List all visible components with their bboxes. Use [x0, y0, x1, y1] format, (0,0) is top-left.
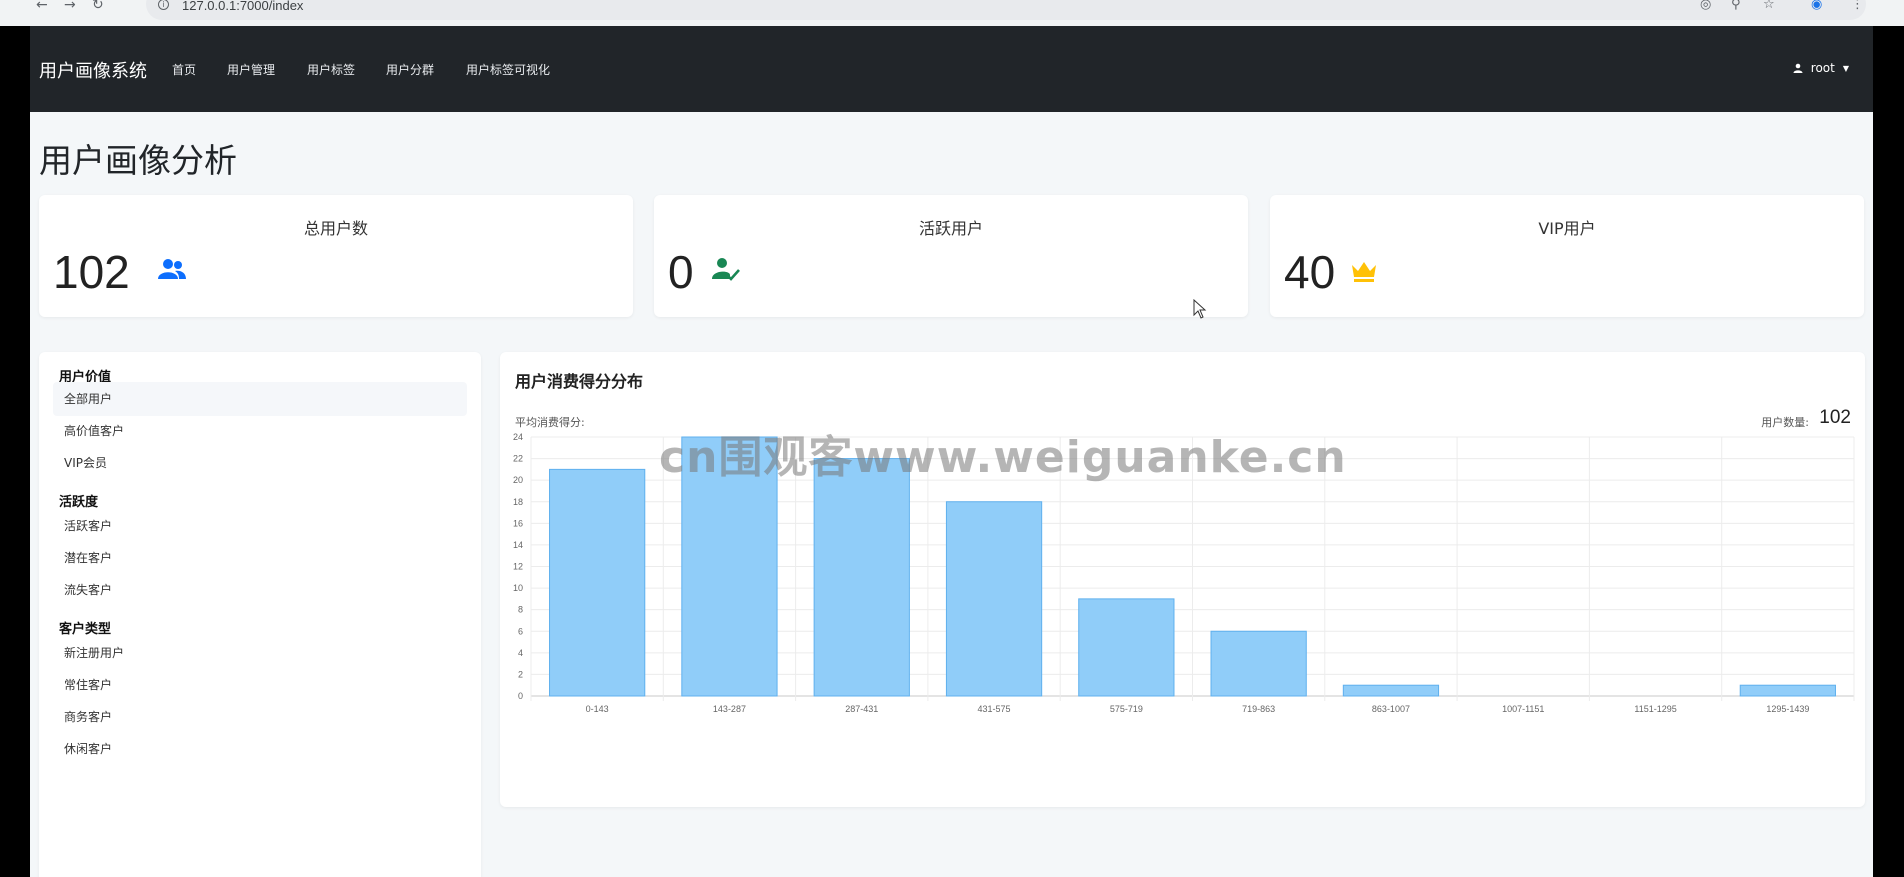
y-tick-label: 12: [513, 562, 523, 572]
crown-icon: [1352, 262, 1376, 282]
x-tick-label: 143-287: [713, 704, 746, 714]
watermark-text: cn围观客www.weiguanke.cn: [659, 432, 1347, 483]
stat-value: 0: [668, 246, 694, 298]
y-tick-label: 10: [513, 583, 523, 593]
back-icon[interactable]: ←: [36, 0, 48, 14]
stat-title: 总用户数: [303, 219, 368, 238]
site-info-icon[interactable]: i: [158, 0, 169, 10]
screen: ← → ↻ i 127.0.0.1:7000/index ◎ ⚲ ☆ ◉ ⋮ 用…: [0, 0, 1904, 877]
stat-title: VIP用户: [1538, 219, 1596, 238]
page-title: 用户画像分析: [39, 141, 237, 180]
sidebar-item-resident[interactable]: 常住客户: [53, 668, 467, 702]
profile-icon[interactable]: ◉: [1811, 0, 1822, 11]
page: 用户画像系统 首页 用户管理 用户标签 用户分群 用户标签可视化 root ▼ …: [30, 26, 1873, 877]
y-tick-label: 14: [513, 540, 523, 550]
x-tick-label: 431-575: [978, 704, 1011, 714]
bar: [813, 458, 910, 697]
y-tick-label: 24: [513, 432, 523, 442]
y-tick-label: 6: [518, 626, 523, 636]
stat-title: 活跃用户: [918, 219, 983, 238]
sidebar-item-active[interactable]: 活跃客户: [53, 509, 467, 543]
menu-dots-icon[interactable]: ⋮: [1851, 0, 1864, 11]
user-icon: [1793, 63, 1803, 73]
user-dropdown[interactable]: root ▼: [1793, 61, 1849, 75]
nav-user-segments[interactable]: 用户分群: [386, 61, 434, 78]
address-bar[interactable]: i 127.0.0.1:7000/index: [146, 0, 1866, 20]
stat-value: 40: [1284, 246, 1336, 298]
reload-icon[interactable]: ↻: [92, 0, 104, 14]
mouse-cursor-icon: [1193, 299, 1207, 319]
nav-tag-visualization[interactable]: 用户标签可视化: [466, 61, 550, 78]
url-text: 127.0.0.1:7000/index: [182, 0, 304, 13]
bar: [1739, 684, 1836, 697]
y-tick-label: 18: [513, 497, 523, 507]
bar: [1078, 598, 1175, 697]
segment-sidebar: 用户价值 全部用户 高价值客户 VIP会员 活跃度 活跃客户 潜在客户 流失客户…: [39, 352, 481, 877]
y-tick-label: 8: [518, 605, 523, 615]
stat-value: 102: [53, 246, 130, 298]
x-tick-label: 575-719: [1110, 704, 1143, 714]
y-tick-label: 20: [513, 475, 523, 485]
stat-card-active-users: 活跃用户 0: [654, 195, 1248, 317]
sidebar-item-business[interactable]: 商务客户: [53, 700, 467, 734]
sidebar-heading-type: 客户类型: [59, 622, 112, 637]
sidebar-item-churned[interactable]: 流失客户: [53, 573, 467, 607]
nav-home[interactable]: 首页: [172, 61, 196, 78]
users-icon: [158, 259, 186, 279]
x-tick-label: 0-143: [586, 704, 609, 714]
sidebar-item-new[interactable]: 新注册用户: [53, 636, 467, 670]
sidebar-item-vip[interactable]: VIP会员: [53, 446, 467, 480]
x-tick-label: 719-863: [1242, 704, 1275, 714]
y-tick-label: 22: [513, 454, 523, 464]
nav-user-tags[interactable]: 用户标签: [307, 61, 355, 78]
sidebar-item-potential[interactable]: 潜在客户: [53, 541, 467, 575]
incognito-icon[interactable]: ◎: [1700, 0, 1711, 11]
x-tick-label: 863-1007: [1372, 704, 1410, 714]
browser-toolbar: ← → ↻ i 127.0.0.1:7000/index ◎ ⚲ ☆ ◉ ⋮: [0, 0, 1904, 26]
brand-logo[interactable]: 用户画像系统: [39, 57, 147, 83]
sidebar-item-high-value[interactable]: 高价值客户: [53, 414, 467, 448]
forward-icon[interactable]: →: [64, 0, 76, 14]
x-tick-label: 287-431: [845, 704, 878, 714]
sidebar-item-all-users[interactable]: 全部用户: [53, 382, 467, 416]
y-tick-label: 0: [518, 691, 523, 701]
stat-card-vip-users: VIP用户 40: [1270, 195, 1864, 317]
bar: [1342, 684, 1440, 697]
y-tick-label: 4: [518, 648, 523, 658]
x-tick-label: 1007-1151: [1502, 704, 1544, 714]
zoom-icon[interactable]: ⚲: [1731, 0, 1741, 11]
bar: [945, 501, 1043, 697]
x-tick-label: 1151-1295: [1634, 704, 1676, 714]
nav-user-management[interactable]: 用户管理: [227, 61, 275, 78]
bookmark-star-icon[interactable]: ☆: [1763, 0, 1775, 11]
caret-down-icon: ▼: [1842, 63, 1849, 73]
x-tick-label: 1295-1439: [1766, 704, 1809, 714]
bar: [1210, 630, 1307, 697]
user-check-icon: [712, 258, 740, 281]
sidebar-heading-activity: 活跃度: [59, 495, 99, 510]
y-tick-label: 2: [518, 669, 523, 679]
top-navbar: 用户画像系统 首页 用户管理 用户标签 用户分群 用户标签可视化 root ▼: [30, 26, 1873, 112]
y-tick-label: 16: [513, 518, 523, 528]
bar: [549, 468, 646, 697]
username: root: [1810, 61, 1835, 75]
stat-card-total-users: 总用户数 102: [39, 195, 633, 317]
sidebar-item-leisure[interactable]: 休闲客户: [53, 732, 467, 766]
